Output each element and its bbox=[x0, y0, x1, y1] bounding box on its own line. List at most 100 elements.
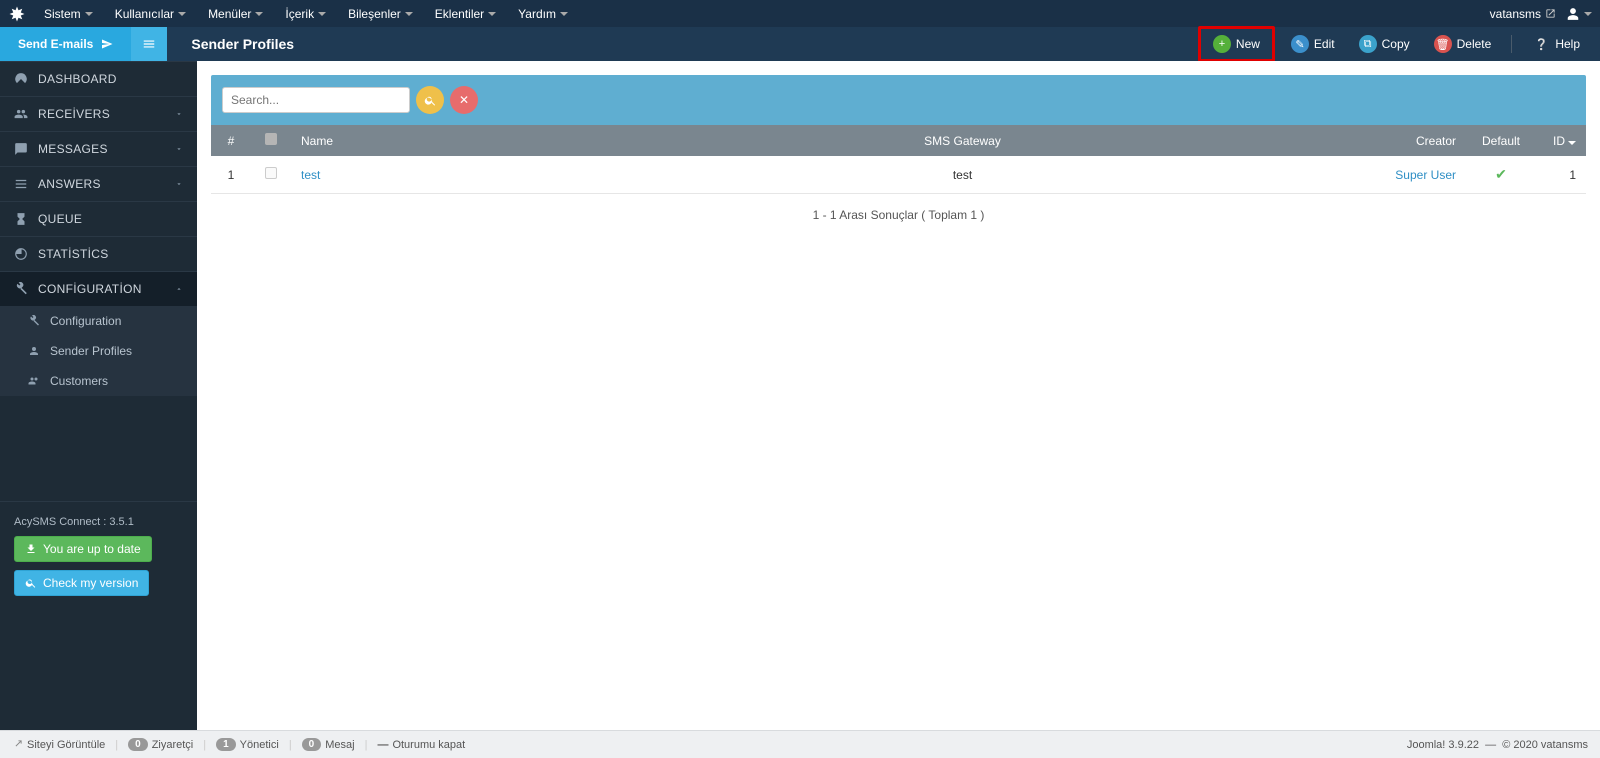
sidebar-sub-sender-profiles[interactable]: Sender Profiles bbox=[0, 336, 197, 366]
help-button[interactable]: ❔ Help bbox=[1524, 31, 1588, 57]
checkbox-all[interactable] bbox=[265, 133, 277, 145]
search-input[interactable] bbox=[222, 87, 410, 113]
logout-link[interactable]: — Oturumu kapat bbox=[377, 739, 465, 751]
pencil-icon: ✎ bbox=[1291, 35, 1309, 53]
copy-icon: ⧉ bbox=[1359, 35, 1377, 53]
th-gateway[interactable]: SMS Gateway bbox=[639, 125, 1286, 156]
creator-link[interactable]: Super User bbox=[1395, 168, 1456, 182]
joomla-logo-icon bbox=[8, 5, 26, 23]
hourglass-icon bbox=[14, 212, 28, 226]
pagination-info: 1 - 1 Arası Sonuçlar ( Toplam 1 ) bbox=[211, 194, 1586, 236]
new-button[interactable]: + New bbox=[1205, 31, 1268, 57]
search-clear-button[interactable]: ✕ bbox=[450, 86, 478, 114]
messages-link[interactable]: 0 Mesaj bbox=[302, 738, 355, 751]
sidebar-item-label: ANSWERS bbox=[38, 177, 165, 191]
page-title: Sender Profiles bbox=[191, 36, 294, 52]
sidebar-sub-configuration[interactable]: Configuration bbox=[0, 306, 197, 336]
sidebar-sub-customers[interactable]: Customers bbox=[0, 366, 197, 396]
sidebar-item-label: CONFİGURATİON bbox=[38, 282, 165, 296]
menu-yardim[interactable]: Yardım bbox=[508, 3, 578, 25]
chevron-up-icon bbox=[175, 285, 183, 293]
search-submit-button[interactable] bbox=[416, 86, 444, 114]
tools-icon bbox=[28, 315, 40, 327]
caret-icon bbox=[255, 12, 263, 16]
sidebar-collapse-button[interactable] bbox=[131, 27, 167, 61]
edit-button[interactable]: ✎ Edit bbox=[1283, 31, 1343, 57]
th-creator[interactable]: Creator bbox=[1286, 125, 1466, 156]
sidebar-item-queue[interactable]: QUEUE bbox=[0, 201, 197, 236]
check-icon: ✔ bbox=[1495, 166, 1507, 182]
cell-default[interactable]: ✔ bbox=[1466, 156, 1536, 194]
visitors-badge: 0 bbox=[128, 738, 148, 751]
sidebar-item-messages[interactable]: MESSAGES bbox=[0, 131, 197, 166]
menu-menuler[interactable]: Menüler bbox=[198, 3, 273, 25]
site-name-link[interactable]: vatansms bbox=[1490, 7, 1556, 21]
cell-gateway: test bbox=[639, 156, 1286, 194]
chevron-down-icon bbox=[175, 145, 183, 153]
th-num[interactable]: # bbox=[211, 125, 251, 156]
th-name[interactable]: Name bbox=[291, 125, 639, 156]
toolbar: + New ✎ Edit ⧉ Copy 🗑 Delete ❔ Help bbox=[1198, 26, 1600, 62]
tools-icon bbox=[14, 282, 28, 296]
caret-icon bbox=[85, 12, 93, 16]
visitors-link[interactable]: 0 Ziyaretçi bbox=[128, 738, 193, 751]
search-icon bbox=[424, 94, 437, 107]
copy-button[interactable]: ⧉ Copy bbox=[1351, 31, 1418, 57]
sidebar-item-label: DASHBOARD bbox=[38, 72, 183, 86]
stats-icon bbox=[14, 247, 28, 261]
chevron-down-icon bbox=[175, 110, 183, 118]
version-block: AcySMS Connect : 3.5.1 You are up to dat… bbox=[0, 501, 197, 610]
sidebar-sub-label: Configuration bbox=[50, 314, 121, 328]
caret-icon bbox=[560, 12, 568, 16]
joomla-version: Joomla! 3.9.22 — © 2020 vatansms bbox=[1407, 739, 1588, 751]
profile-icon bbox=[28, 345, 40, 357]
caret-icon bbox=[1584, 12, 1592, 16]
check-version-button[interactable]: Check my version bbox=[14, 570, 149, 596]
external-link-icon bbox=[1545, 8, 1556, 19]
users-icon bbox=[14, 107, 28, 121]
send-icon bbox=[101, 38, 113, 50]
external-link-icon bbox=[12, 739, 23, 750]
collapse-icon bbox=[142, 37, 156, 51]
sidebar-item-answers[interactable]: ANSWERS bbox=[0, 166, 197, 201]
up-to-date-button[interactable]: You are up to date bbox=[14, 536, 152, 562]
th-id[interactable]: ID bbox=[1536, 125, 1586, 156]
menu-eklentiler[interactable]: Eklentiler bbox=[425, 3, 506, 25]
cell-creator: Super User bbox=[1286, 156, 1466, 194]
menu-sistem[interactable]: Sistem bbox=[34, 3, 103, 25]
caret-icon bbox=[405, 12, 413, 16]
table-row: 1 test test Super User ✔ 1 bbox=[211, 156, 1586, 194]
sidebar-item-receivers[interactable]: RECEİVERS bbox=[0, 96, 197, 131]
user-menu[interactable] bbox=[1566, 7, 1592, 21]
delete-button[interactable]: 🗑 Delete bbox=[1426, 31, 1500, 57]
sidebar-item-label: MESSAGES bbox=[38, 142, 165, 156]
sidebar-item-configuration[interactable]: CONFİGURATİON bbox=[0, 271, 197, 306]
top-menu-bar: Sistem Kullanıcılar Menüler İçerik Bileş… bbox=[0, 0, 1600, 27]
sidebar-item-label: RECEİVERS bbox=[38, 107, 165, 121]
sidebar-item-statistics[interactable]: STATİSTİCS bbox=[0, 236, 197, 271]
sidebar-sub-label: Sender Profiles bbox=[50, 344, 132, 358]
admins-link[interactable]: 1 Yönetici bbox=[216, 738, 279, 751]
th-checkbox[interactable] bbox=[251, 125, 291, 156]
sidebar-item-dashboard[interactable]: DASHBOARD bbox=[0, 61, 197, 96]
send-emails-button[interactable]: Send E-mails bbox=[0, 27, 131, 61]
action-bar: Send E-mails Sender Profiles + New ✎ Edi… bbox=[0, 27, 1600, 61]
chevron-down-icon bbox=[175, 180, 183, 188]
admins-badge: 1 bbox=[216, 738, 236, 751]
menu-bilesenler[interactable]: Bileşenler bbox=[338, 3, 423, 25]
row-checkbox[interactable] bbox=[265, 167, 277, 179]
download-icon bbox=[25, 543, 37, 555]
trash-icon: 🗑 bbox=[1434, 35, 1452, 53]
th-default[interactable]: Default bbox=[1466, 125, 1536, 156]
sort-desc-icon bbox=[1568, 141, 1576, 145]
search-bar: ✕ bbox=[211, 75, 1586, 125]
message-icon bbox=[14, 142, 28, 156]
version-text: AcySMS Connect : 3.5.1 bbox=[14, 516, 183, 528]
view-site-link[interactable]: Siteyi Görüntüle bbox=[12, 739, 105, 751]
help-icon: ❔ bbox=[1532, 35, 1550, 53]
menu-icerik[interactable]: İçerik bbox=[275, 3, 336, 25]
dashboard-icon bbox=[14, 72, 28, 86]
menu-kullanicilar[interactable]: Kullanıcılar bbox=[105, 3, 196, 25]
profile-name-link[interactable]: test bbox=[301, 168, 320, 182]
cell-checkbox[interactable] bbox=[251, 156, 291, 194]
